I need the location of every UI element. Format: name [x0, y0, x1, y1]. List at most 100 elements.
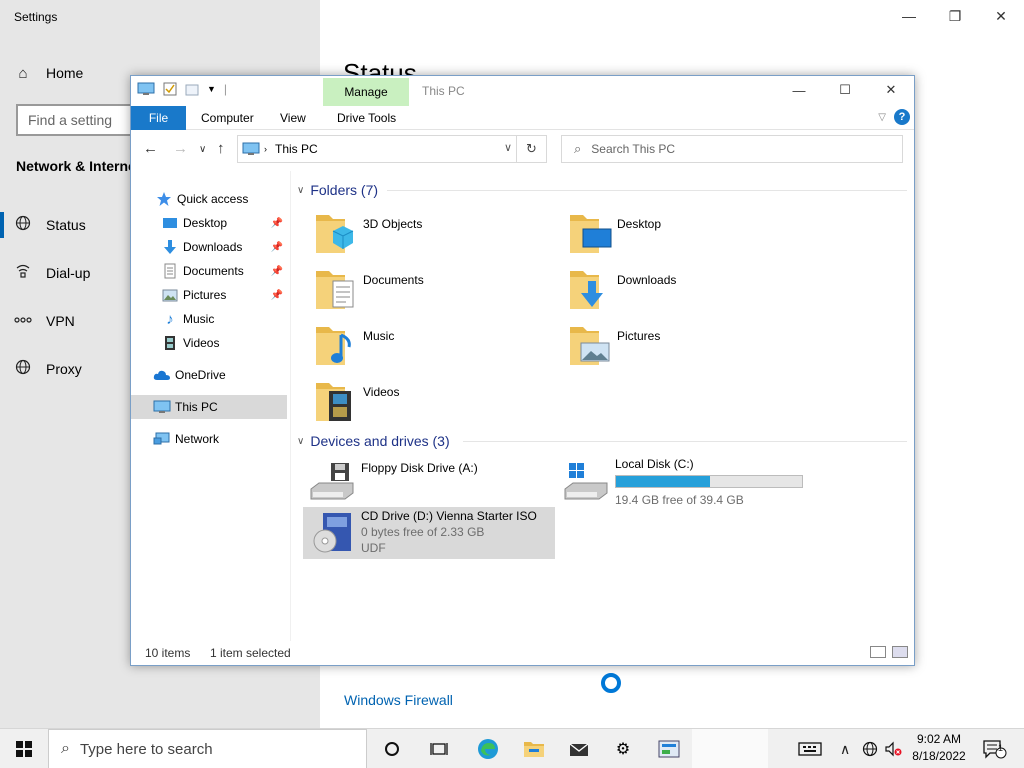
tab-file[interactable]: File — [131, 106, 186, 130]
sidebar-item-videos[interactable]: Videos — [131, 331, 287, 355]
control-panel-icon[interactable] — [646, 729, 692, 768]
this-pc-icon — [242, 142, 260, 155]
maximize-icon[interactable]: ☐ — [822, 76, 868, 104]
folders-header-label: Folders (7) — [310, 182, 379, 198]
settings-nav-label: VPN — [46, 313, 75, 329]
sidebar-item-pictures[interactable]: Pictures 📌 — [131, 283, 287, 307]
help-icon[interactable]: ? — [894, 109, 910, 125]
folder-documents[interactable]: Documents — [311, 265, 561, 315]
sidebar-item-music[interactable]: ♪ Music — [131, 307, 287, 331]
minimize-icon[interactable]: — — [776, 76, 822, 104]
sidebar-item-label: Network — [175, 432, 220, 446]
volume-muted-icon[interactable] — [884, 729, 902, 768]
edge-browser-icon[interactable] — [465, 729, 511, 768]
folder-name: Videos — [363, 385, 400, 399]
large-icons-view-icon[interactable] — [892, 646, 908, 658]
sidebar-item-network[interactable]: Network — [131, 427, 287, 451]
drive-floppy[interactable]: Floppy Disk Drive (A:) — [303, 455, 555, 507]
clock-time: 9:02 AM — [916, 732, 962, 746]
network-globe-icon[interactable] — [862, 729, 878, 768]
folder-downloads[interactable]: Downloads — [565, 265, 815, 315]
chevron-down-icon[interactable]: ∨ — [504, 141, 512, 154]
drive-name: Local Disk (C:) — [615, 457, 694, 471]
navigation-pane: Quick access Desktop 📌 Downloads 📌 Docum… — [131, 171, 291, 641]
folders-group-header[interactable]: ∨ Folders (7) — [297, 180, 378, 200]
cloud-icon — [153, 367, 171, 383]
settings-nav-label: Proxy — [46, 361, 82, 377]
folder-desktop[interactable]: Desktop — [565, 209, 815, 259]
home-label: Home — [46, 65, 84, 81]
explorer-titlebar: ▼ | Manage This PC — ☐ ✕ — [131, 76, 914, 106]
windows-firewall-link[interactable]: Windows Firewall — [344, 692, 453, 708]
notification-center-icon[interactable]: 1 — [982, 729, 1008, 768]
sidebar-item-quick-access[interactable]: Quick access — [131, 187, 287, 211]
close-icon[interactable]: ✕ — [868, 76, 914, 104]
start-button[interactable] — [0, 729, 48, 768]
taskbar-clock[interactable]: 9:02 AM 8/18/2022 — [906, 731, 972, 765]
properties-icon[interactable] — [163, 82, 177, 96]
globe-icon — [0, 359, 46, 379]
sidebar-item-label: Pictures — [183, 288, 227, 302]
explorer-title: This PC — [422, 84, 465, 98]
mail-icon[interactable] — [556, 729, 602, 768]
windows-logo-icon — [16, 741, 32, 757]
folder-videos[interactable]: Videos — [311, 377, 561, 427]
drive-cd-d[interactable]: CD Drive (D:) Vienna Starter ISO 0 bytes… — [303, 507, 555, 559]
star-icon — [155, 191, 173, 207]
devices-header-label: Devices and drives (3) — [310, 433, 450, 449]
show-hidden-icons-chevron-icon[interactable]: ∧ — [840, 729, 850, 768]
clock-date: 8/18/2022 — [912, 749, 966, 763]
customize-toolbar-icon[interactable]: ▼ — [207, 84, 216, 94]
folder-name: 3D Objects — [363, 217, 423, 231]
settings-title: Settings — [14, 10, 58, 24]
drive-local-c[interactable]: Local Disk (C:) 19.4 GB free of 39.4 GB — [557, 455, 817, 507]
close-icon[interactable]: ✕ — [978, 0, 1024, 32]
up-arrow-icon[interactable]: ↑ — [217, 140, 225, 157]
tab-drive-tools[interactable]: Drive Tools — [337, 106, 396, 130]
status-item-count: 10 items — [145, 646, 191, 660]
refresh-icon[interactable]: ↻ — [516, 136, 546, 162]
settings-gear-icon[interactable]: ⚙ — [600, 729, 646, 768]
restore-icon[interactable]: ❐ — [932, 0, 978, 32]
minimize-icon[interactable]: — — [886, 0, 932, 32]
settings-nav-label: Status — [46, 217, 86, 233]
drive-name: CD Drive (D:) Vienna Starter ISO — [361, 509, 537, 523]
expand-ribbon-icon[interactable]: ▽ — [878, 112, 886, 123]
folder-music[interactable]: Music — [311, 321, 561, 371]
folder-desktop-icon — [570, 215, 612, 253]
keyboard-icon[interactable] — [798, 729, 822, 768]
desktop-icon — [161, 215, 179, 231]
cortana-icon[interactable] — [369, 729, 415, 768]
new-folder-icon[interactable] — [185, 82, 199, 96]
sidebar-item-documents[interactable]: Documents 📌 — [131, 259, 287, 283]
recent-locations-icon[interactable]: ∨ — [199, 144, 206, 155]
pin-icon[interactable]: 📌 — [271, 218, 283, 229]
file-explorer-taskbar-icon[interactable] — [511, 729, 557, 768]
folder-3d-objects[interactable]: 3D Objects — [311, 209, 561, 259]
folder-pictures[interactable]: Pictures — [565, 321, 815, 371]
content-pane: ∨ Folders (7) 3D Objects Desktop Documen… — [291, 171, 914, 641]
folder-documents-icon — [316, 271, 354, 309]
tab-computer[interactable]: Computer — [201, 106, 254, 130]
pin-icon[interactable]: 📌 — [271, 266, 283, 277]
back-arrow-icon[interactable]: ← — [143, 140, 158, 157]
home-icon: ⌂ — [18, 64, 28, 82]
devices-group-header[interactable]: ∨ Devices and drives (3) — [297, 431, 450, 451]
details-view-icon[interactable] — [870, 646, 886, 658]
sidebar-item-onedrive[interactable]: OneDrive — [131, 363, 287, 387]
sidebar-item-desktop[interactable]: Desktop 📌 — [131, 211, 287, 235]
sidebar-item-downloads[interactable]: Downloads 📌 — [131, 235, 287, 259]
active-taskbar-slot[interactable] — [692, 729, 768, 768]
tab-view[interactable]: View — [280, 106, 306, 130]
forward-arrow-icon[interactable]: → — [173, 140, 188, 157]
sidebar-item-this-pc[interactable]: This PC — [131, 395, 287, 419]
pin-icon[interactable]: 📌 — [271, 242, 283, 253]
task-view-icon[interactable] — [416, 729, 462, 768]
address-bar[interactable]: › This PC ∨ ↻ — [237, 135, 547, 163]
pin-icon[interactable]: 📌 — [271, 290, 283, 301]
taskbar-search-input[interactable]: ⌕ Type here to search — [48, 729, 367, 768]
search-icon: ⌕ — [61, 740, 70, 757]
tab-manage[interactable]: Manage — [323, 78, 409, 106]
disk-usage-bar — [615, 475, 803, 488]
search-input[interactable]: ⌕ Search This PC — [561, 135, 903, 163]
